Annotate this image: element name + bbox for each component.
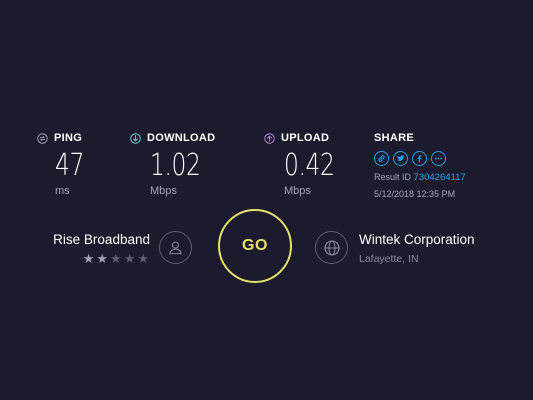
star-icon[interactable]: ★ (110, 251, 124, 266)
share-title: SHARE (374, 132, 415, 144)
star-icon[interactable]: ★ (124, 251, 138, 266)
result-line: Result ID 7304264117 (374, 172, 466, 183)
ping-metric: PING 47 ms (37, 131, 92, 197)
download-title: DOWNLOAD (147, 132, 216, 144)
share-buttons (374, 151, 466, 166)
upload-metric: UPLOAD 0.42 Mbps (264, 131, 349, 197)
link-icon[interactable] (374, 151, 389, 166)
upload-arrow-icon (264, 132, 275, 144)
share-section: SHARE Result ID 7304264117 5/12/2018 12:… (374, 131, 466, 199)
result-id-label: Result ID (374, 172, 412, 182)
facebook-icon[interactable] (412, 151, 427, 166)
globe-icon[interactable] (315, 231, 348, 264)
star-icon[interactable]: ★ (83, 251, 97, 266)
server-name[interactable]: Wintek Corporation (359, 232, 475, 247)
star-icon[interactable]: ★ (137, 251, 151, 266)
download-arrow-icon (130, 132, 141, 144)
download-value: 1.02 (150, 148, 201, 183)
twitter-icon[interactable] (393, 151, 408, 166)
star-icon[interactable]: ★ (96, 251, 110, 266)
ping-icon (37, 132, 48, 144)
upload-value: 0.42 (284, 148, 335, 183)
go-button[interactable]: GO (218, 209, 292, 283)
user-icon[interactable] (159, 231, 192, 264)
upload-title: UPLOAD (281, 132, 330, 144)
isp-rating[interactable]: ★★★★★ (83, 251, 151, 267)
download-unit: Mbps (150, 185, 177, 197)
speedtest-panel: PING 47 ms DOWNLOAD 1.02 Mbps UPLOAD 0.4… (0, 0, 533, 400)
more-icon[interactable] (431, 151, 446, 166)
ping-unit: ms (55, 185, 70, 197)
result-date: 5/12/2018 12:35 PM (374, 189, 456, 199)
download-metric: DOWNLOAD 1.02 Mbps (130, 131, 215, 197)
ping-title: PING (54, 132, 83, 144)
upload-unit: Mbps (284, 185, 311, 197)
go-label: GO (242, 237, 268, 254)
ping-value: 47 (55, 148, 85, 183)
result-id-link[interactable]: 7304264117 (414, 172, 466, 183)
isp-name: Rise Broadband (53, 232, 150, 247)
server-location: Lafayette, IN (359, 253, 419, 265)
